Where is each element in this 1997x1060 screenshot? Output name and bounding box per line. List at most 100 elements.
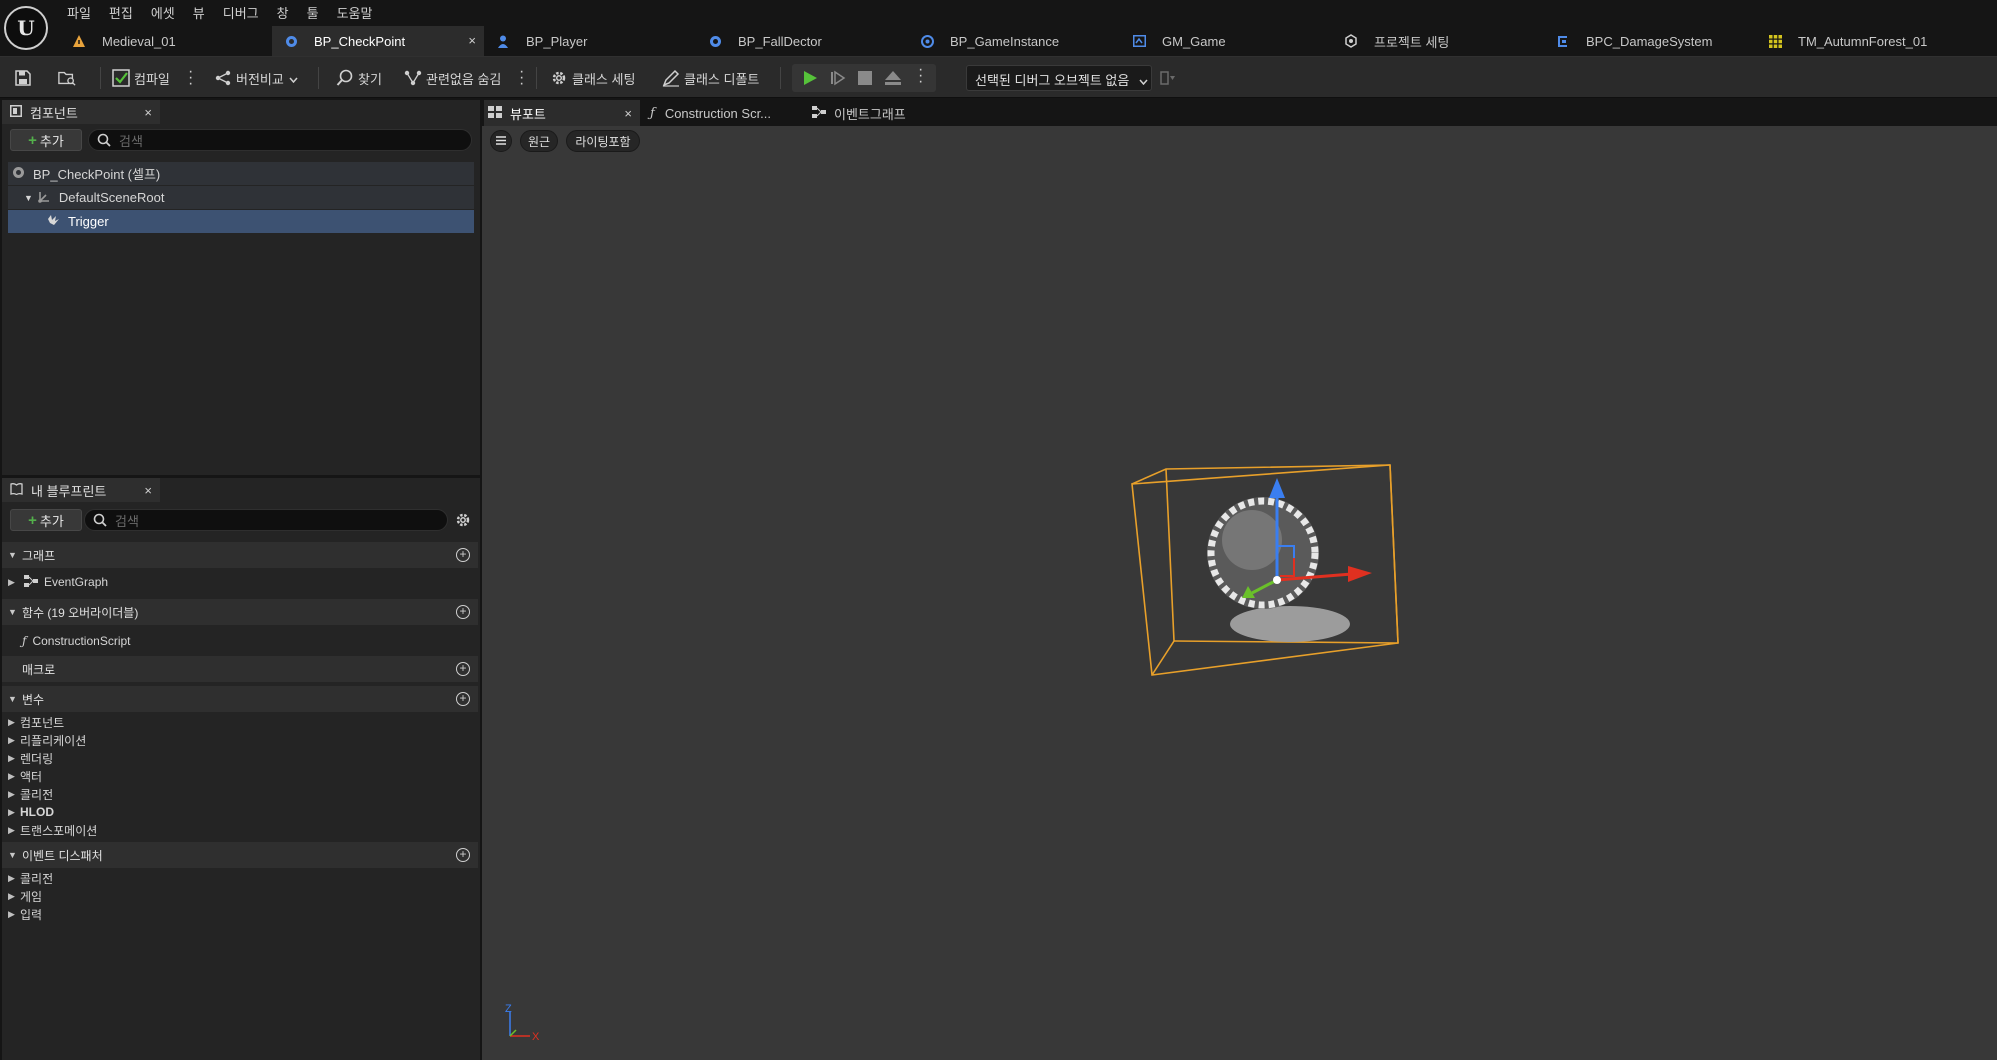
tree-item-label: BP_CheckPoint (셀프) <box>33 167 161 182</box>
class-settings-button[interactable]: 클래스 세팅 <box>550 65 635 91</box>
menu-debug[interactable]: 디버그 <box>214 0 268 22</box>
add-dispatcher-icon[interactable]: + <box>456 848 470 862</box>
close-icon[interactable]: × <box>468 33 476 48</box>
doc-tab-bpc-damagesystem[interactable]: BPC_DamageSystem <box>1544 26 1756 56</box>
class-defaults-icon <box>662 69 680 87</box>
menu-tools[interactable]: 툴 <box>298 0 328 22</box>
tab-viewport[interactable]: 뷰포트 × <box>484 100 640 126</box>
variable-group-item[interactable]: ▶ 컴포넌트 <box>8 713 64 731</box>
dispatcher-group-item[interactable]: ▶ 입력 <box>8 905 42 923</box>
category-event-dispatchers[interactable]: ▼ 이벤트 디스패처 + <box>2 842 478 868</box>
variable-group-item[interactable]: ▶ 액터 <box>8 767 42 785</box>
dispatcher-group-item[interactable]: ▶ 게임 <box>8 887 42 905</box>
component-tree-root[interactable]: BP_CheckPoint (셀프) <box>8 162 474 185</box>
doc-tab-bp-checkpoint[interactable]: BP_CheckPoint × <box>272 26 484 56</box>
unreal-logo-icon[interactable]: U <box>4 6 48 50</box>
add-component-button[interactable]: + 추가 <box>10 129 82 151</box>
doc-tab-label: GM_Game <box>1162 33 1226 49</box>
doc-tab-label: TM_AutumnForest_01 <box>1798 33 1928 49</box>
my-blueprint-search-input[interactable]: 검색 <box>84 509 448 531</box>
expand-triangle-icon: ▶ <box>8 872 15 883</box>
variable-group-item[interactable]: ▶ 트랜스포메이션 <box>8 821 97 839</box>
axis-z-label: Z <box>505 1003 512 1015</box>
doc-tab-gm-game[interactable]: GM_Game <box>1120 26 1332 56</box>
browse-button[interactable] <box>58 65 80 91</box>
graph-item-eventgraph[interactable]: ▶ EventGraph <box>8 573 108 591</box>
variable-group-label: 트랜스포메이션 <box>20 823 98 838</box>
event-graph-icon <box>812 105 826 121</box>
variable-group-item[interactable]: ▶ 콜리전 <box>8 785 53 803</box>
compile-options-kebab-icon[interactable]: · · · <box>188 64 193 92</box>
hide-unrelated-button[interactable]: 관련없음 숨김 <box>404 65 501 91</box>
menu-view[interactable]: 뷰 <box>184 0 214 22</box>
add-function-icon[interactable]: + <box>456 605 470 619</box>
menu-file[interactable]: 파일 <box>58 0 100 22</box>
category-macros[interactable]: 매크로 + <box>2 656 478 682</box>
add-macro-icon[interactable]: + <box>456 662 470 676</box>
doc-tab-project-settings[interactable]: 프로젝트 세팅 <box>1332 26 1544 56</box>
category-label: 그래프 <box>22 548 56 563</box>
doc-tab-bp-player[interactable]: BP_Player <box>484 26 696 56</box>
tab-event-graph[interactable]: 이벤트그래프 <box>812 100 906 126</box>
diff-label: 버전비교 <box>236 71 284 87</box>
doc-tab-bp-gameinstance[interactable]: BP_GameInstance <box>908 26 1120 56</box>
variable-group-label: 액터 <box>20 769 43 784</box>
debug-filter-icon[interactable] <box>1160 71 1176 88</box>
diff-dropdown[interactable]: 버전비교 <box>214 65 298 91</box>
category-label: 변수 <box>22 692 45 707</box>
add-member-button[interactable]: + 추가 <box>10 509 82 531</box>
component-tree-default-scene-root[interactable]: ▼ DefaultSceneRoot <box>8 186 474 209</box>
doc-tab-bp-falldector[interactable]: BP_FallDector <box>696 26 908 56</box>
components-panel-icon <box>10 104 22 120</box>
doc-tab-tm-autumnforest[interactable]: TM_AutumnForest_01 <box>1756 26 1968 56</box>
menu-window[interactable]: 창 <box>268 0 298 22</box>
close-icon[interactable]: × <box>144 483 152 498</box>
close-icon[interactable]: × <box>624 106 632 121</box>
book-icon <box>10 482 23 498</box>
tab-construction-script[interactable]: ƒ Construction Scr... <box>650 100 771 126</box>
viewport-canvas[interactable]: 원근 라이팅포함 Z X <box>482 126 1997 1060</box>
compile-button[interactable]: 컴파일 <box>112 65 170 91</box>
category-label: 함수 (19 오버라이더블) <box>22 605 139 620</box>
add-label: 추가 <box>39 133 64 149</box>
viewport-icon <box>488 105 502 121</box>
close-icon[interactable]: × <box>144 105 152 120</box>
function-item-constructionscript[interactable]: ƒ ConstructionScript <box>22 632 131 650</box>
hide-unrelated-kebab-icon[interactable]: · · · <box>519 64 524 92</box>
step-forward-icon[interactable] <box>830 70 846 89</box>
variable-group-item[interactable]: ▶ 렌더링 <box>8 749 53 767</box>
menu-edit[interactable]: 편집 <box>100 0 142 22</box>
eject-icon[interactable] <box>884 70 902 89</box>
component-tree-trigger[interactable]: Trigger <box>8 210 474 233</box>
expand-triangle-icon: ▶ <box>8 890 15 901</box>
my-blueprint-tab[interactable]: 내 블루프린트 × <box>2 478 160 502</box>
menu-asset[interactable]: 에셋 <box>142 0 184 22</box>
search-placeholder: 검색 <box>115 513 139 529</box>
variable-group-item[interactable]: ▶ HLOD <box>8 803 54 821</box>
category-variables[interactable]: ▼ 변수 + <box>2 686 478 712</box>
save-button[interactable] <box>14 65 36 91</box>
play-options-kebab-icon[interactable]: · · · <box>918 62 923 90</box>
add-variable-icon[interactable]: + <box>456 692 470 706</box>
graph-label: EventGraph <box>44 575 109 589</box>
components-tab[interactable]: 컴포넌트 × <box>2 100 160 124</box>
variable-group-item[interactable]: ▶ 리플리케이션 <box>8 731 86 749</box>
menu-help[interactable]: 도움말 <box>328 0 382 22</box>
find-button[interactable]: 찾기 <box>336 65 382 91</box>
add-graph-icon[interactable]: + <box>456 548 470 562</box>
dispatcher-group-item[interactable]: ▶ 콜리전 <box>8 869 53 887</box>
category-graphs[interactable]: ▼ 그래프 + <box>2 542 478 568</box>
collapse-triangle-icon: ▼ <box>8 850 17 860</box>
class-defaults-button[interactable]: 클래스 디폴트 <box>662 65 759 91</box>
component-search-input[interactable]: 검색 <box>88 129 472 151</box>
doc-tab-medieval[interactable]: Medieval_01 <box>60 26 272 56</box>
tree-item-label: Trigger <box>68 214 109 229</box>
diff-icon <box>214 69 232 87</box>
class-defaults-label: 클래스 디폴트 <box>684 71 760 87</box>
dispatcher-group-label: 콜리전 <box>20 871 54 886</box>
stop-icon[interactable] <box>858 71 872 88</box>
play-icon[interactable] <box>802 70 818 89</box>
gear-icon[interactable] <box>454 511 472 532</box>
category-functions[interactable]: ▼ 함수 (19 오버라이더블) + <box>2 599 478 625</box>
debug-object-select[interactable]: 선택된 디버그 오브젝트 없음 <box>966 65 1152 91</box>
